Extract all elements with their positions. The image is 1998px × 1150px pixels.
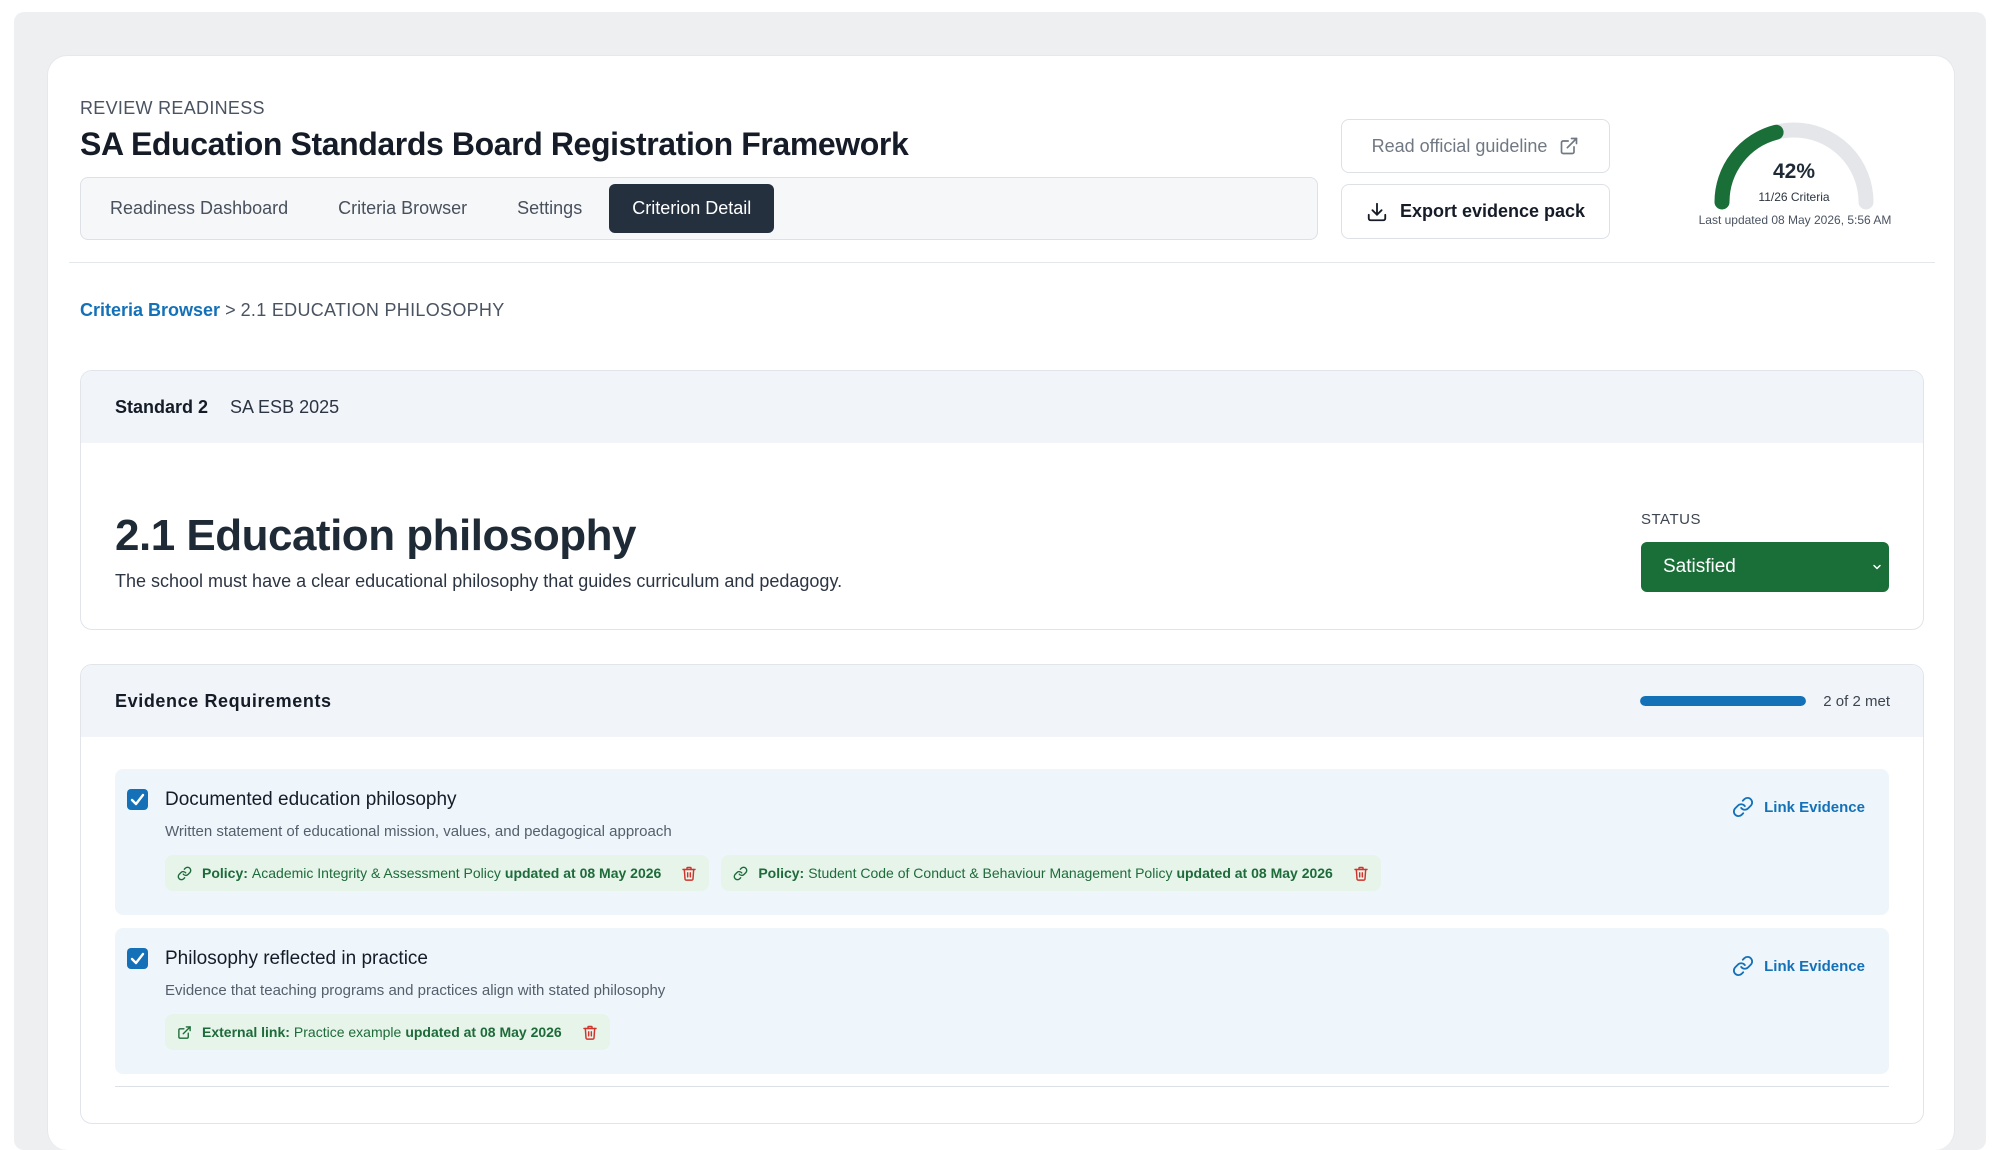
export-evidence-button[interactable]: Export evidence pack xyxy=(1341,184,1610,239)
requirement-title: Philosophy reflected in practice xyxy=(165,948,428,969)
checkmark-icon xyxy=(130,952,145,965)
download-icon xyxy=(1367,202,1387,221)
criterion-description: The school must have a clear educational… xyxy=(115,571,843,591)
status-select[interactable]: Satisfied xyxy=(1641,542,1889,592)
evidence-type: Policy: xyxy=(758,865,805,881)
gauge-criteria-count: 11/26 Criteria xyxy=(1758,190,1830,204)
evidence-updated: updated at 08 May 2026 xyxy=(504,865,662,881)
link-icon xyxy=(1733,955,1754,977)
requirement-title: Documented education philosophy xyxy=(165,789,457,810)
page-eyebrow: REVIEW READINESS xyxy=(80,98,265,118)
evidence-chip[interactable]: External link: Practice example updated … xyxy=(165,1014,610,1050)
tab-criteria-browser[interactable]: Criteria Browser xyxy=(315,184,490,233)
evidence-name: Practice example xyxy=(293,1024,402,1040)
breadcrumb-parent-link[interactable]: Criteria Browser xyxy=(80,300,220,320)
requirement-checkbox[interactable] xyxy=(127,789,148,810)
criterion-panel: Standard 2 SA ESB 2025 2.1 Education phi… xyxy=(80,370,1924,630)
evidence-name: Student Code of Conduct & Behaviour Mana… xyxy=(808,865,1173,881)
evidence-progress-fill xyxy=(1640,696,1807,706)
evidence-chip[interactable]: Policy: Academic Integrity & Assessment … xyxy=(165,855,710,891)
requirement-description: Written statement of educational mission… xyxy=(165,823,672,840)
link-evidence-button[interactable]: Link Evidence xyxy=(1732,955,1865,977)
evidence-requirement: Documented education philosophy Written … xyxy=(115,769,1889,915)
evidence-type: Policy: xyxy=(202,865,248,881)
read-guideline-button[interactable]: Read official guideline xyxy=(1341,119,1610,173)
trash-icon xyxy=(582,1025,597,1040)
gauge-percent: 42% xyxy=(1772,160,1816,183)
tab-settings[interactable]: Settings xyxy=(494,184,605,233)
requirement-description: Evidence that teaching programs and prac… xyxy=(165,982,666,999)
evidence-chips: Policy: Academic Integrity & Assessment … xyxy=(165,855,1393,891)
evidence-panel-header: Evidence Requirements 2 of 2 met xyxy=(81,665,1923,737)
breadcrumb-separator: > xyxy=(225,300,236,320)
external-link-icon xyxy=(1561,137,1578,155)
evidence-met-count: 2 of 2 met xyxy=(1823,692,1890,710)
trash-icon xyxy=(682,866,697,881)
link-evidence-label: Link Evidence xyxy=(1764,957,1865,975)
evidence-progress-bar xyxy=(1640,696,1807,706)
tab-criterion-detail[interactable]: Criterion Detail xyxy=(609,184,775,233)
checkmark-icon xyxy=(130,793,145,806)
evidence-divider xyxy=(115,1086,1889,1087)
evidence-title: Evidence Requirements xyxy=(115,690,332,711)
link-icon xyxy=(1733,796,1754,818)
delete-evidence-button[interactable] xyxy=(1353,865,1369,882)
link-evidence-label: Link Evidence xyxy=(1764,798,1865,816)
evidence-updated: updated at 08 May 2026 xyxy=(405,1024,562,1040)
trash-icon xyxy=(1354,866,1368,881)
criterion-panel-header: Standard 2 SA ESB 2025 xyxy=(81,371,1923,443)
evidence-chips: External link: Practice example updated … xyxy=(165,1014,622,1050)
delete-evidence-button[interactable] xyxy=(582,1024,598,1041)
tab-bar: Readiness Dashboard Criteria Browser Set… xyxy=(80,177,1318,240)
page-title: SA Education Standards Board Registratio… xyxy=(80,126,909,162)
header-divider xyxy=(69,262,1935,263)
status-value: Satisfied xyxy=(1663,556,1736,577)
standard-label: Standard 2 xyxy=(115,396,209,417)
evidence-requirement: Philosophy reflected in practice Evidenc… xyxy=(115,928,1889,1074)
tab-readiness-dashboard[interactable]: Readiness Dashboard xyxy=(87,184,311,233)
export-evidence-label: Export evidence pack xyxy=(1399,201,1586,221)
criterion-title: 2.1 Education philosophy xyxy=(115,511,636,560)
link-evidence-button[interactable]: Link Evidence xyxy=(1732,796,1865,818)
evidence-chip[interactable]: Policy: Student Code of Conduct & Behavi… xyxy=(721,855,1381,891)
status-label: STATUS xyxy=(1641,511,1701,528)
evidence-name: Academic Integrity & Assessment Policy xyxy=(251,865,501,881)
requirement-checkbox[interactable] xyxy=(127,948,148,969)
breadcrumb: Criteria Browser > 2.1 Education philoso… xyxy=(80,300,505,321)
evidence-updated: updated at 08 May 2026 xyxy=(1176,865,1333,881)
framework-label: SA ESB 2025 xyxy=(230,396,340,417)
external-link-icon xyxy=(177,1025,192,1040)
chevron-down-icon xyxy=(1873,564,1881,570)
link-icon xyxy=(733,866,748,881)
delete-evidence-button[interactable] xyxy=(681,865,697,882)
evidence-type: External link: xyxy=(202,1024,290,1040)
last-updated: Last updated 08 May 2026, 5:56 AM xyxy=(1698,213,1892,227)
breadcrumb-current: 2.1 Education philosophy xyxy=(240,300,505,320)
evidence-progress: 2 of 2 met xyxy=(1640,693,1890,710)
link-icon xyxy=(177,866,192,881)
read-guideline-label: Read official guideline xyxy=(1371,135,1548,156)
evidence-panel: Evidence Requirements 2 of 2 met Documen… xyxy=(80,664,1924,1124)
